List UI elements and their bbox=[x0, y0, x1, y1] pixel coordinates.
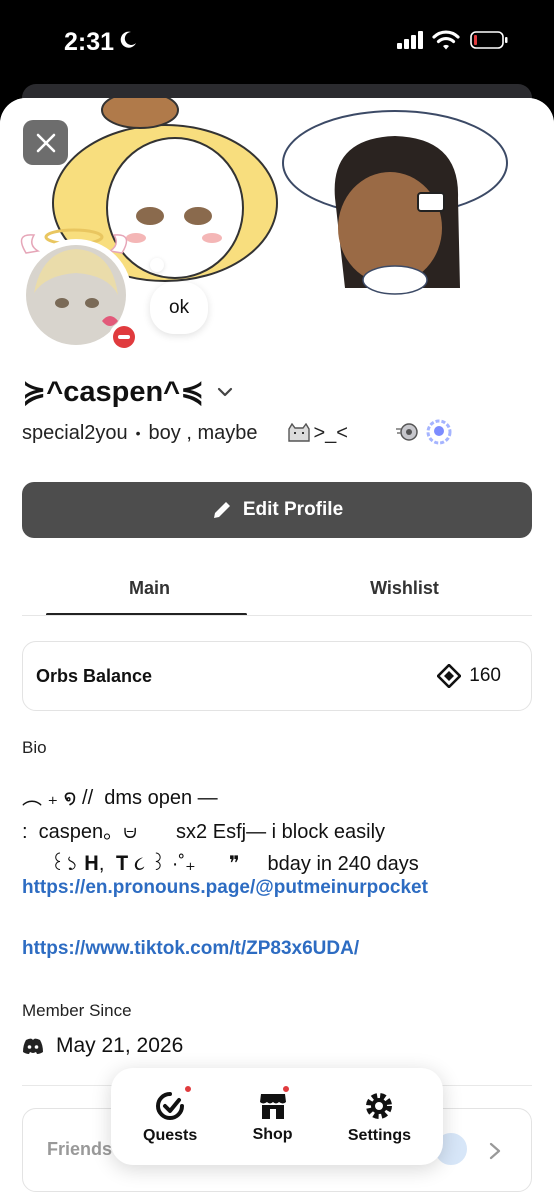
quests-notification-dot bbox=[183, 1084, 193, 1094]
nav-settings-label: Settings bbox=[347, 1126, 411, 1144]
bio-link-pronouns[interactable]: https://en.pronouns.page/@putmeinurpocke… bbox=[22, 877, 428, 899]
profile-sheet: ok ≽^caspen^≼ special2you • boy , maybe … bbox=[0, 98, 554, 1200]
edit-profile-label: Edit Profile bbox=[242, 499, 344, 520]
bio-line: ︵ ₊ ໑ // dms open — bbox=[22, 787, 218, 809]
quests-icon bbox=[156, 1091, 185, 1120]
battery-icon bbox=[470, 31, 508, 49]
display-name-text: ≽^caspen^≼ bbox=[22, 376, 205, 408]
profile-badges bbox=[395, 418, 453, 446]
orb-icon bbox=[437, 664, 462, 688]
dnd-status-badge bbox=[109, 322, 139, 352]
edit-profile-button[interactable]: Edit Profile bbox=[22, 482, 532, 538]
nav-shop-label: Shop bbox=[252, 1125, 293, 1143]
nav-quests-label: Quests bbox=[143, 1126, 198, 1144]
status-bubble-tail bbox=[150, 258, 164, 272]
close-button[interactable] bbox=[23, 120, 68, 165]
cat-icon bbox=[288, 423, 311, 442]
quest-badge-icon[interactable] bbox=[425, 418, 453, 446]
display-name[interactable]: ≽^caspen^≼ bbox=[22, 374, 234, 409]
member-since-date: May 21, 2026 bbox=[56, 1034, 184, 1057]
orbs-balance-label: Orbs Balance bbox=[36, 665, 153, 686]
nitro-badge-icon[interactable] bbox=[395, 421, 419, 443]
status-bar: 2:31 bbox=[0, 0, 554, 84]
chevron-right-icon bbox=[489, 1142, 501, 1160]
shop-icon bbox=[259, 1093, 286, 1119]
tab-main[interactable]: Main bbox=[22, 560, 277, 616]
separator-dot: • bbox=[135, 425, 141, 441]
kitty-emoji-text: >_< bbox=[287, 421, 348, 445]
cinnamoroll-character bbox=[282, 110, 508, 295]
discord-logo-icon bbox=[23, 1038, 43, 1054]
friends-label: Friends bbox=[47, 1139, 113, 1159]
nav-settings[interactable]: Settings bbox=[348, 1068, 411, 1165]
username: special2you bbox=[22, 421, 128, 444]
pencil-icon bbox=[213, 502, 230, 518]
wifi-icon bbox=[432, 30, 460, 50]
tab-wishlist[interactable]: Wishlist bbox=[277, 560, 532, 616]
close-icon bbox=[36, 133, 55, 152]
bottom-nav-bar: Quests Shop Settings bbox=[111, 1068, 443, 1165]
signal-icon bbox=[397, 31, 423, 49]
nav-shop[interactable]: Shop bbox=[253, 1068, 293, 1165]
chevron-down-icon[interactable] bbox=[216, 383, 234, 401]
orbs-amount: 160 bbox=[469, 665, 501, 686]
member-since-heading: Member Since bbox=[22, 1001, 132, 1020]
moon-icon bbox=[120, 31, 136, 48]
profile-tabs: Main Wishlist bbox=[22, 560, 532, 616]
bio-link-tiktok[interactable]: https://www.tiktok.com/t/ZP83x6UDA/ bbox=[22, 938, 359, 960]
pronouns: boy , maybe bbox=[148, 421, 258, 444]
bio-line: : caspen。⩁ sx2 Esfj— i block easily bbox=[22, 821, 386, 843]
status-time: 2:31 bbox=[64, 28, 115, 56]
kitty-text: >_< bbox=[313, 421, 348, 444]
tabs-divider bbox=[22, 615, 532, 616]
profile-subline: special2you • boy , maybe >_< bbox=[22, 418, 348, 448]
orbs-balance-value: 160 bbox=[437, 664, 501, 688]
custom-status-bubble[interactable]: ok bbox=[150, 282, 209, 334]
gear-icon bbox=[366, 1092, 393, 1119]
nav-quests[interactable]: Quests bbox=[143, 1068, 197, 1165]
bio-heading: Bio bbox=[22, 738, 47, 757]
shop-notification-dot bbox=[280, 1084, 291, 1094]
orbs-balance-card[interactable]: Orbs Balance 160 bbox=[22, 641, 532, 711]
member-since-row: May 21, 2026 bbox=[22, 1034, 183, 1058]
